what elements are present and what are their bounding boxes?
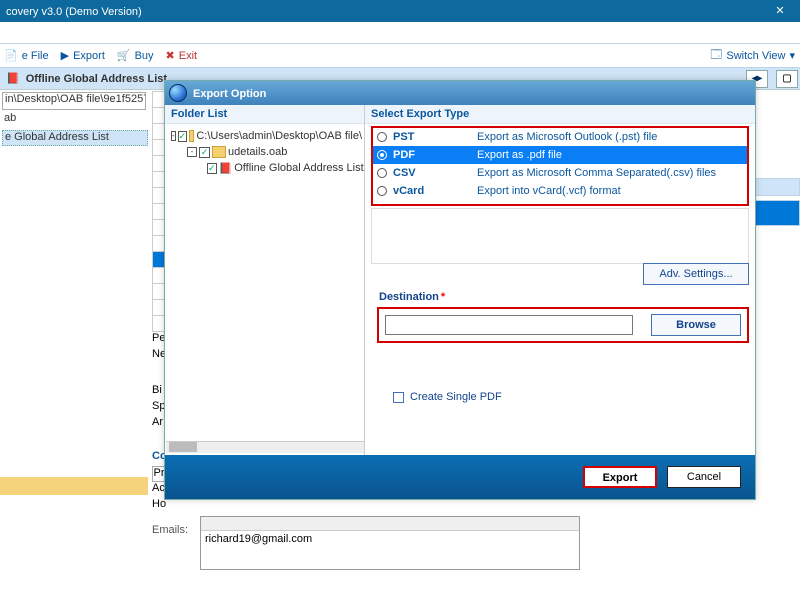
export-button[interactable]: Export — [583, 466, 657, 488]
emails-grid: richard19@gmail.com — [200, 516, 580, 570]
path-row: in\Desktop\OAB file\9e1f5257-5 — [2, 92, 146, 110]
type-code: PDF — [393, 149, 477, 161]
tree-child1[interactable]: - ✓ udetails.oab — [171, 144, 362, 160]
chevron-down-icon: ▾ — [789, 49, 795, 62]
toolbar-buy-label: Buy — [135, 50, 154, 62]
toolbar-export-label: Export — [73, 50, 105, 62]
scroll-thumb[interactable] — [750, 200, 800, 226]
destination-label: Destination* — [379, 291, 445, 303]
folder-tree: - ✓ C:\Users\admin\Desktop\OAB file\ - ✓… — [165, 124, 364, 180]
toolbar-exit-label: Exit — [179, 50, 197, 62]
expand-icon[interactable]: - — [187, 147, 197, 157]
export-type-pst[interactable]: PST Export as Microsoft Outlook (.pst) f… — [373, 128, 747, 146]
expand-icon[interactable]: - — [171, 131, 176, 141]
titlebar: covery v3.0 (Demo Version) ✕ — [0, 0, 800, 22]
required-star: * — [441, 291, 445, 303]
type-code: PST — [393, 131, 477, 143]
select-type-title: Select Export Type — [365, 105, 755, 124]
checkbox-icon[interactable] — [393, 392, 404, 403]
tree-root[interactable]: - ✓ C:\Users\admin\Desktop\OAB file\ — [171, 128, 362, 144]
highlight-bar — [0, 477, 148, 495]
switch-view-button[interactable]: 🗔 Switch View ▾ — [709, 45, 796, 66]
panel-close[interactable]: ▢ — [776, 70, 798, 88]
create-single-row[interactable]: Create Single PDF — [393, 391, 502, 403]
emails-value: richard19@gmail.com — [201, 531, 579, 547]
destination-label-text: Destination — [379, 291, 439, 303]
close-icon: ✖ — [166, 49, 175, 62]
tree-node-gal[interactable]: e Global Address List — [2, 130, 148, 146]
type-desc: Export as Microsoft Outlook (.pst) file — [477, 131, 657, 143]
cancel-button[interactable]: Cancel — [667, 466, 741, 488]
destination-input[interactable] — [385, 315, 633, 335]
tree-checkbox[interactable]: ✓ — [207, 163, 217, 174]
addressbook-icon: 📕 — [6, 72, 20, 85]
spacer — [371, 208, 749, 264]
tree-child2-label: Offline Global Address List — [234, 162, 363, 174]
window-close-icon[interactable]: ✕ — [760, 0, 800, 22]
folder-list-panel: Folder List - ✓ C:\Users\admin\Desktop\O… — [165, 105, 365, 455]
create-single-label: Create Single PDF — [410, 391, 502, 403]
tree-checkbox[interactable]: ✓ — [178, 131, 188, 142]
toolbar: 📄 e File ▶ Export 🛒 Buy ✖ Exit 🗔 Switch … — [0, 44, 800, 68]
tree-node-oab[interactable]: ab — [2, 112, 148, 128]
type-code: CSV — [393, 167, 477, 179]
ribbon-strip — [0, 22, 800, 44]
titlebar-text: covery v3.0 (Demo Version) — [6, 6, 142, 18]
scroll-thumb[interactable] — [169, 442, 197, 452]
scroll-header — [750, 178, 800, 196]
adv-settings-button[interactable]: Adv. Settings... — [643, 263, 749, 285]
radio-icon[interactable] — [377, 168, 387, 178]
toolbar-file[interactable]: 📄 e File — [4, 49, 49, 62]
scrollbar-strip — [750, 178, 800, 226]
label-ho: Ho — [152, 498, 167, 514]
tree-child1-label: udetails.oab — [228, 146, 287, 158]
switch-view-icon: 🗔 — [710, 46, 722, 65]
export-type-vcard[interactable]: vCard Export into vCard(.vcf) format — [373, 182, 747, 200]
switch-view-label: Switch View — [726, 50, 785, 62]
tree-root-label: C:\Users\admin\Desktop\OAB file\ — [196, 130, 362, 142]
left-panel: in\Desktop\OAB file\9e1f5257-5 ab e Glob… — [0, 90, 148, 593]
main-area: 📕 Offline Global Address List ◂▸ ▢ in\De… — [0, 68, 800, 593]
toolbar-buy[interactable]: 🛒 Buy — [117, 49, 154, 62]
toolbar-export[interactable]: ▶ Export — [61, 49, 105, 62]
tree-child2[interactable]: ✓ 📕 Offline Global Address List — [171, 160, 362, 176]
browse-button[interactable]: Browse — [651, 314, 741, 336]
export-type-pdf[interactable]: PDF Export as .pdf file — [373, 146, 747, 164]
cart-icon: 🛒 — [117, 49, 131, 62]
destination-row: Browse — [377, 307, 749, 343]
folder-icon — [212, 146, 226, 158]
dialog-title: Export Option — [165, 81, 755, 105]
radio-icon[interactable] — [377, 132, 387, 142]
type-desc: Export into vCard(.vcf) format — [477, 185, 621, 197]
folder-list-title: Folder List — [165, 105, 364, 124]
horizontal-scrollbar[interactable] — [166, 441, 364, 453]
export-type-csv[interactable]: CSV Export as Microsoft Comma Separated(… — [373, 164, 747, 182]
emails-grid-header — [201, 517, 579, 531]
emails-label: Emails: — [152, 524, 188, 536]
toolbar-exit[interactable]: ✖ Exit — [166, 49, 198, 62]
type-desc: Export as Microsoft Comma Separated(.csv… — [477, 167, 716, 179]
export-type-list: PST Export as Microsoft Outlook (.pst) f… — [371, 126, 749, 206]
globe-icon — [169, 84, 187, 102]
toolbar-file-label: e File — [22, 50, 49, 62]
file-icon: 📄 — [4, 49, 18, 62]
type-desc: Export as .pdf file — [477, 149, 562, 161]
type-code: vCard — [393, 185, 477, 197]
radio-icon[interactable] — [377, 186, 387, 196]
folder-icon — [189, 130, 194, 142]
addressbook-icon: 📕 — [219, 162, 233, 175]
dialog-footer: Export Cancel — [165, 455, 755, 499]
export-options-panel: Select Export Type PST Export as Microso… — [365, 105, 755, 455]
export-dialog: Export Option Folder List - ✓ C:\Users\a… — [164, 80, 756, 500]
dialog-title-text: Export Option — [193, 88, 266, 100]
content-title: Offline Global Address List — [26, 73, 167, 85]
radio-icon[interactable] — [377, 150, 387, 160]
play-icon: ▶ — [61, 49, 69, 62]
tree-checkbox[interactable]: ✓ — [199, 147, 210, 158]
